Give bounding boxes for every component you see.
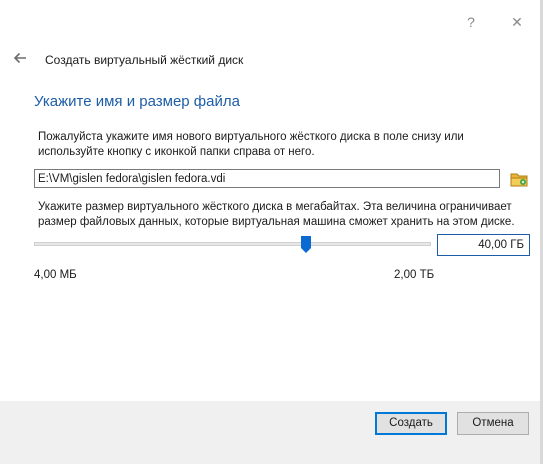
slider-max-label: 2,00 ТБ <box>394 269 435 281</box>
disk-size-slider[interactable] <box>34 236 431 256</box>
create-virtual-disk-dialog: ? ✕ Создать виртуальный жёсткий диск Ука… <box>0 0 540 464</box>
help-button[interactable]: ? <box>460 12 482 32</box>
wizard-header: Создать виртуальный жёсткий диск <box>0 44 540 76</box>
slider-min-label: 4,00 МБ <box>34 269 77 281</box>
choose-folder-button[interactable] <box>508 168 530 190</box>
cancel-button[interactable]: Отмена <box>457 412 529 435</box>
arrow-left-icon[interactable] <box>12 50 28 66</box>
file-path-input[interactable] <box>34 169 500 188</box>
create-button[interactable]: Создать <box>375 412 447 435</box>
close-button[interactable]: ✕ <box>506 12 528 32</box>
page-title: Укажите имя и размер файла <box>34 93 240 110</box>
slider-track <box>34 242 431 246</box>
name-description: Пожалуйста укажите имя нового виртуально… <box>38 131 464 158</box>
folder-icon <box>510 173 528 187</box>
slider-thumb[interactable] <box>301 236 311 254</box>
dialog-footer: Создать Отмена <box>0 401 540 464</box>
wizard-title: Создать виртуальный жёсткий диск <box>45 53 244 67</box>
title-bar: ? ✕ <box>0 8 540 36</box>
size-description: Укажите размер виртуального жёсткого дис… <box>38 201 515 228</box>
disk-size-input[interactable] <box>437 234 530 256</box>
